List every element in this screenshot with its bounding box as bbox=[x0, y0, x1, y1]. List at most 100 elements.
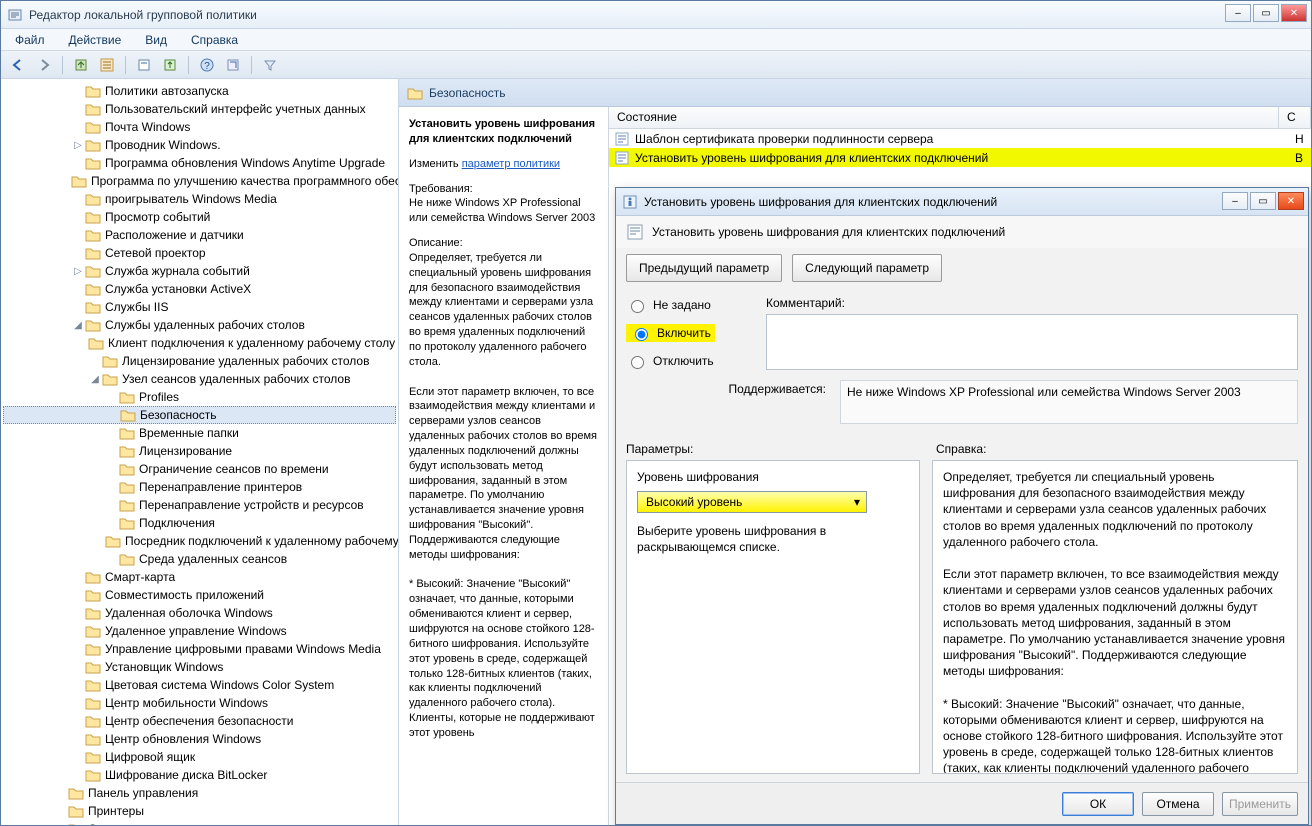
radio-not-configured[interactable]: Не задано bbox=[626, 296, 746, 314]
back-button[interactable] bbox=[7, 54, 29, 76]
tree-item[interactable]: ◢Узел сеансов удаленных рабочих столов bbox=[3, 370, 396, 388]
tree-item[interactable]: Лицензирование удаленных рабочих столов bbox=[3, 352, 396, 370]
tree-item[interactable]: Безопасность bbox=[3, 406, 396, 424]
row-col2: Н bbox=[1295, 132, 1304, 146]
expander-icon[interactable]: ▷ bbox=[71, 140, 85, 151]
tree-item[interactable]: Шифрование диска BitLocker bbox=[3, 766, 396, 784]
tree-item[interactable]: Центр обновления Windows bbox=[3, 730, 396, 748]
minimize-button[interactable]: – bbox=[1225, 4, 1251, 22]
tree-item[interactable]: Сетевой проектор bbox=[3, 244, 396, 262]
expander-icon[interactable]: ▷ bbox=[54, 824, 68, 826]
tree-item[interactable]: Цифровой ящик bbox=[3, 748, 396, 766]
tree-item[interactable]: Пользовательский интерфейс учетных данны… bbox=[3, 100, 396, 118]
tree-item[interactable]: Программа по улучшению качества программ… bbox=[3, 172, 396, 190]
tree-item[interactable]: ▷Служба журнала событий bbox=[3, 262, 396, 280]
tree-item[interactable]: Смарт-карта bbox=[3, 568, 396, 586]
folder-icon bbox=[68, 822, 84, 825]
tree-item[interactable]: Политики автозапуска bbox=[3, 82, 396, 100]
next-setting-button[interactable]: Следующий параметр bbox=[792, 254, 942, 282]
apply-button[interactable]: Применить bbox=[1222, 792, 1298, 816]
show-list-button[interactable] bbox=[96, 54, 118, 76]
folder-icon bbox=[85, 84, 101, 98]
expander-icon[interactable]: ◢ bbox=[71, 320, 85, 331]
properties-button[interactable] bbox=[133, 54, 155, 76]
tree-item[interactable]: Почта Windows bbox=[3, 118, 396, 136]
tree-item[interactable]: Перенаправление принтеров bbox=[3, 478, 396, 496]
comment-textarea[interactable] bbox=[766, 314, 1298, 370]
tree-item[interactable]: Центр обеспечения безопасности bbox=[3, 712, 396, 730]
radio-disabled[interactable]: Отключить bbox=[626, 352, 746, 370]
tree-item[interactable]: Лицензирование bbox=[3, 442, 396, 460]
encryption-level-select[interactable]: Высокий уровень ▾ bbox=[637, 491, 867, 513]
tree-item[interactable]: Подключения bbox=[3, 514, 396, 532]
tree-item[interactable]: Панель управления bbox=[3, 784, 396, 802]
maximize-button[interactable]: ▭ bbox=[1253, 4, 1279, 22]
tree-item-label: Пользовательский интерфейс учетных данны… bbox=[105, 102, 366, 116]
close-button[interactable]: ✕ bbox=[1281, 4, 1307, 22]
tree-pane[interactable]: Политики автозапуска Пользовательский инт… bbox=[1, 79, 399, 825]
dialog-minimize-button[interactable]: – bbox=[1222, 192, 1248, 210]
cancel-button[interactable]: Отмена bbox=[1142, 792, 1214, 816]
tree-item[interactable]: Просмотр событий bbox=[3, 208, 396, 226]
refresh-button[interactable] bbox=[222, 54, 244, 76]
tree-item[interactable]: Клиент подключения к удаленному рабочему… bbox=[3, 334, 396, 352]
dialog-close-button[interactable]: ✕ bbox=[1278, 192, 1304, 210]
tree-item[interactable]: Profiles bbox=[3, 388, 396, 406]
menu-view[interactable]: Вид bbox=[135, 31, 177, 49]
tree-item[interactable]: проигрыватель Windows Media bbox=[3, 190, 396, 208]
col-state[interactable]: Состояние bbox=[609, 107, 1279, 128]
tree-item[interactable]: Управление цифровыми правами Windows Med… bbox=[3, 640, 396, 658]
tree-item[interactable]: Среда удаленных сеансов bbox=[3, 550, 396, 568]
up-button[interactable] bbox=[70, 54, 92, 76]
radio-disabled-input[interactable] bbox=[631, 356, 644, 369]
filter-button[interactable] bbox=[259, 54, 281, 76]
expander-icon[interactable]: ◢ bbox=[88, 374, 102, 385]
menu-action[interactable]: Действие bbox=[59, 31, 132, 49]
dialog-titlebar[interactable]: Установить уровень шифрования для клиент… bbox=[616, 188, 1308, 216]
list-row[interactable]: Установить уровень шифрования для клиент… bbox=[609, 148, 1311, 167]
tree-item[interactable]: ▷Проводник Windows. bbox=[3, 136, 396, 154]
folder-icon bbox=[85, 660, 101, 674]
tree-item[interactable]: Перенаправление устройств и ресурсов bbox=[3, 496, 396, 514]
tree-item[interactable]: Принтеры bbox=[3, 802, 396, 820]
policy-icon bbox=[626, 223, 644, 241]
menu-file[interactable]: Файл bbox=[5, 31, 55, 49]
forward-button[interactable] bbox=[33, 54, 55, 76]
tree-item[interactable]: Служба установки ActiveX bbox=[3, 280, 396, 298]
tree-item[interactable]: Совместимость приложений bbox=[3, 586, 396, 604]
radio-enabled[interactable]: Включить bbox=[626, 324, 715, 342]
row-label: Установить уровень шифрования для клиент… bbox=[635, 151, 1289, 165]
help-box[interactable]: Определяет, требуется ли специальный уро… bbox=[932, 460, 1298, 774]
tree-item[interactable]: Расположение и датчики bbox=[3, 226, 396, 244]
tree-item[interactable]: Удаленная оболочка Windows bbox=[3, 604, 396, 622]
col-c2[interactable]: С bbox=[1279, 107, 1311, 128]
dialog-title: Установить уровень шифрования для клиент… bbox=[644, 195, 997, 209]
tree-item[interactable]: Временные папки bbox=[3, 424, 396, 442]
folder-icon bbox=[119, 462, 135, 476]
expander-icon[interactable]: ▷ bbox=[71, 266, 85, 277]
menu-help[interactable]: Справка bbox=[181, 31, 248, 49]
tree-item[interactable]: Программа обновления Windows Anytime Upg… bbox=[3, 154, 396, 172]
previous-setting-button[interactable]: Предыдущий параметр bbox=[626, 254, 782, 282]
help-button[interactable]: ? bbox=[196, 54, 218, 76]
tree-item[interactable]: ▷Сеть bbox=[3, 820, 396, 825]
tree-item[interactable]: Ограничение сеансов по времени bbox=[3, 460, 396, 478]
tree-item[interactable]: Центр мобильности Windows bbox=[3, 694, 396, 712]
tree-item[interactable]: Посредник подключений к удаленному рабоч… bbox=[3, 532, 396, 550]
radio-not-configured-input[interactable] bbox=[631, 300, 644, 313]
tree-item[interactable]: ◢Службы удаленных рабочих столов bbox=[3, 316, 396, 334]
tree-item[interactable]: Установщик Windows bbox=[3, 658, 396, 676]
tree-item[interactable]: Цветовая система Windows Color System bbox=[3, 676, 396, 694]
folder-icon bbox=[85, 102, 101, 116]
ok-button[interactable]: ОК bbox=[1062, 792, 1134, 816]
tree-item[interactable]: Удаленное управление Windows bbox=[3, 622, 396, 640]
policy-dialog: Установить уровень шифрования для клиент… bbox=[615, 187, 1309, 825]
folder-icon bbox=[85, 318, 101, 332]
list-row[interactable]: Шаблон сертификата проверки подлинности … bbox=[609, 129, 1311, 148]
radio-enabled-input[interactable] bbox=[635, 328, 648, 341]
tree-item[interactable]: Службы IIS bbox=[3, 298, 396, 316]
edit-policy-link[interactable]: параметр политики bbox=[462, 158, 560, 170]
dialog-maximize-button[interactable]: ▭ bbox=[1250, 192, 1276, 210]
export-list-button[interactable] bbox=[159, 54, 181, 76]
folder-icon bbox=[88, 336, 104, 350]
